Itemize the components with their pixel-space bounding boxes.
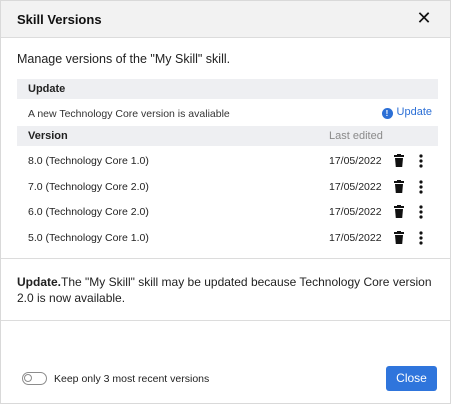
update-link-label: Update	[396, 106, 432, 118]
close-button[interactable]: Close	[386, 366, 437, 391]
version-name: 5.0 (Technology Core 1.0)	[28, 231, 149, 244]
dialog-title: Skill Versions	[17, 12, 102, 27]
toggle-knob	[24, 374, 32, 382]
column-header-last-edited: Last edited	[329, 130, 383, 142]
update-heading: Update	[28, 83, 66, 95]
version-row: 7.0 (Technology Core 2.0) 17/05/2022	[17, 174, 438, 200]
more-vertical-icon[interactable]	[415, 154, 427, 168]
versions-table-header: Version Last edited	[17, 126, 438, 146]
more-vertical-icon[interactable]	[415, 230, 427, 245]
info-icon: !	[381, 108, 393, 119]
update-message: A new Technology Core version is avaliab…	[28, 108, 230, 120]
skill-versions-dialog: Skill Versions ✕ Manage versions of the …	[0, 0, 451, 404]
version-name: 7.0 (Technology Core 2.0)	[28, 180, 149, 193]
update-note-title: Update.	[17, 275, 62, 289]
trash-icon[interactable]	[394, 205, 404, 218]
keep-recent-toggle[interactable]	[22, 372, 47, 385]
divider	[1, 258, 450, 259]
dialog-intro: Manage versions of the "My Skill" skill.	[17, 52, 231, 66]
update-row: A new Technology Core version is avaliab…	[17, 104, 438, 124]
divider	[1, 320, 450, 321]
version-row: 6.0 (Technology Core 2.0) 17/05/2022	[17, 199, 438, 225]
version-last-edited: 17/05/2022	[329, 231, 382, 244]
trash-icon[interactable]	[394, 154, 404, 167]
dialog-header: Skill Versions ✕	[1, 1, 450, 38]
update-section-header: Update	[17, 79, 438, 99]
version-name: 6.0 (Technology Core 2.0)	[28, 206, 149, 218]
version-last-edited: 17/05/2022	[329, 206, 382, 218]
close-icon[interactable]: ✕	[416, 9, 432, 27]
update-note: Update.The "My Skill" skill may be updat…	[17, 275, 437, 306]
version-name: 8.0 (Technology Core 1.0)	[28, 155, 149, 167]
version-last-edited: 17/05/2022	[329, 180, 382, 193]
trash-icon[interactable]	[394, 230, 404, 244]
more-vertical-icon[interactable]	[415, 205, 427, 219]
trash-icon[interactable]	[394, 179, 404, 193]
keep-recent-toggle-label: Keep only 3 most recent versions	[54, 373, 210, 385]
version-row: 5.0 (Technology Core 1.0) 17/05/2022	[17, 225, 438, 251]
version-row: 8.0 (Technology Core 1.0) 17/05/2022	[17, 148, 438, 174]
more-vertical-icon[interactable]	[415, 179, 427, 194]
update-link[interactable]: ! Update	[381, 106, 432, 122]
version-last-edited: 17/05/2022	[329, 155, 382, 167]
update-note-text: The "My Skill" skill may be updated beca…	[17, 275, 432, 305]
column-header-version: Version	[28, 130, 68, 142]
